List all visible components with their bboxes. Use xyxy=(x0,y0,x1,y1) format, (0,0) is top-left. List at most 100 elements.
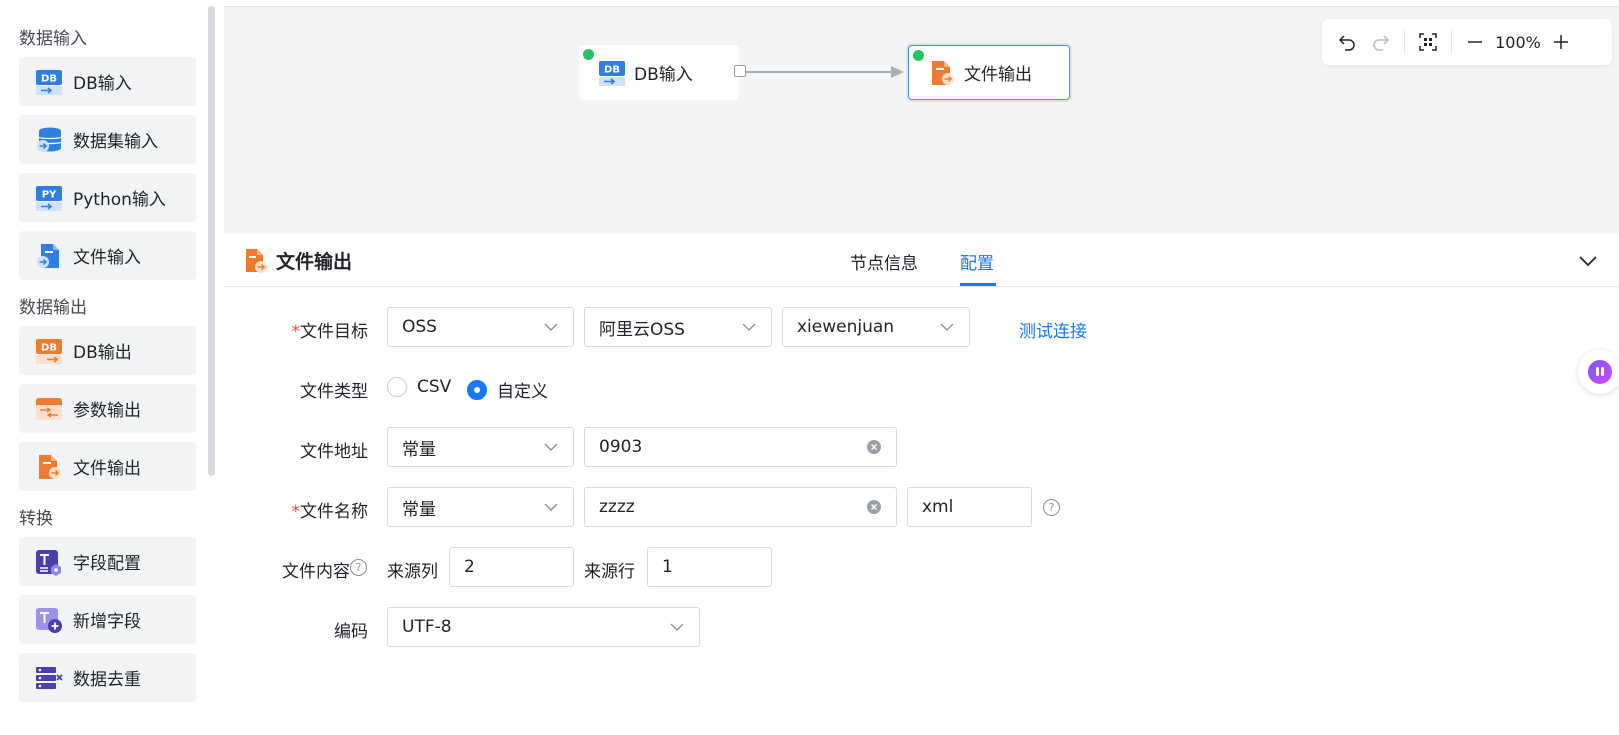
tool-label: 新增字段 xyxy=(73,612,141,632)
storage-provider-select[interactable]: 阿里云OSS xyxy=(584,307,772,347)
flow-canvas[interactable]: DB DB输入 文件输出 100% xyxy=(224,6,1619,234)
fit-view-button[interactable] xyxy=(1411,25,1445,59)
db-output-icon: DB xyxy=(35,337,63,365)
redo-icon xyxy=(1373,35,1390,51)
clear-icon[interactable] xyxy=(866,439,882,455)
section-title-data-output: 数据输出 xyxy=(19,298,87,318)
status-dot xyxy=(583,49,594,60)
tool-label: Python输入 xyxy=(73,190,166,210)
add-field-icon xyxy=(35,606,63,634)
tab-config[interactable]: 配置 xyxy=(960,249,994,274)
tool-label: 参数输出 xyxy=(73,401,141,421)
assistant-button[interactable] xyxy=(1578,350,1619,394)
help-icon[interactable]: ? xyxy=(350,559,367,576)
file-target-label: *文件目标 xyxy=(291,322,369,342)
source-col-label: 来源列 xyxy=(387,562,438,582)
dedupe-icon xyxy=(35,664,63,692)
panel-title: 文件输出 xyxy=(244,247,352,274)
chevron-down-icon xyxy=(940,323,954,331)
dataset-input-icon xyxy=(35,126,63,154)
storage-type-select[interactable]: OSS xyxy=(387,307,574,347)
source-col-input[interactable]: 2 xyxy=(449,547,574,587)
zoom-level: 100% xyxy=(1495,32,1541,52)
panel-title-text: 文件输出 xyxy=(276,251,353,273)
svg-text:DB: DB xyxy=(41,342,57,353)
clear-icon[interactable] xyxy=(866,499,882,515)
zoom-in-button[interactable] xyxy=(1544,25,1578,59)
file-name-mode-select[interactable]: 常量 xyxy=(387,487,574,527)
node-file-output[interactable]: 文件输出 xyxy=(908,45,1070,100)
radio-csv[interactable]: CSV xyxy=(387,377,451,397)
file-type-label: 文件类型 xyxy=(300,382,368,402)
tool-label: 字段配置 xyxy=(73,554,141,574)
chevron-down-icon xyxy=(544,323,558,331)
svg-text:DB: DB xyxy=(41,73,57,84)
param-output-icon xyxy=(35,395,63,423)
assistant-icon xyxy=(1588,360,1612,384)
zoom-out-button[interactable] xyxy=(1458,25,1492,59)
file-path-mode-select[interactable]: 常量 xyxy=(387,427,574,467)
tool-label: DB输出 xyxy=(73,343,132,363)
source-row-input[interactable]: 1 xyxy=(647,547,772,587)
section-title-data-input: 数据输入 xyxy=(19,29,87,49)
sidebar-scrollbar[interactable] xyxy=(208,6,215,476)
source-row-label: 来源行 xyxy=(584,562,635,582)
required-mark: * xyxy=(291,322,301,342)
radio-circle-checked xyxy=(467,379,487,400)
undo-button[interactable] xyxy=(1330,25,1364,59)
tool-field-config[interactable]: 字段配置 xyxy=(19,537,196,586)
active-tab-indicator xyxy=(960,283,996,286)
tool-dedupe[interactable]: 数据去重 xyxy=(19,653,196,702)
file-output-icon xyxy=(35,453,63,481)
tool-add-field[interactable]: 新增字段 xyxy=(19,595,196,644)
file-name-label: *文件名称 xyxy=(291,502,369,522)
output-port[interactable] xyxy=(734,65,746,77)
test-connection-link[interactable]: 测试连接 xyxy=(1019,317,1087,342)
svg-text:DB: DB xyxy=(604,64,620,75)
tool-label: DB输入 xyxy=(73,74,132,94)
tab-node-info[interactable]: 节点信息 xyxy=(850,249,918,274)
file-name-input[interactable]: zzzz xyxy=(584,487,897,527)
chevron-down-icon[interactable] xyxy=(1577,250,1599,272)
storage-account-select[interactable]: xiewenjuan xyxy=(782,307,970,347)
tool-param-output[interactable]: 参数输出 xyxy=(19,384,196,433)
file-input-icon xyxy=(35,242,63,270)
chevron-down-icon xyxy=(544,443,558,451)
db-input-icon: DB xyxy=(35,68,63,96)
required-mark: * xyxy=(291,502,301,522)
status-dot xyxy=(913,50,924,61)
redo-button[interactable] xyxy=(1364,25,1398,59)
file-output-icon xyxy=(928,59,956,87)
radio-custom[interactable]: 自定义 xyxy=(467,377,548,402)
plus-icon xyxy=(1554,35,1568,49)
tool-db-output[interactable]: DB DB输出 xyxy=(19,326,196,375)
encoding-select[interactable]: UTF-8 xyxy=(387,607,700,647)
toolbar-divider xyxy=(1451,30,1452,54)
tool-file-input[interactable]: 文件输入 xyxy=(19,231,196,280)
file-extension-input[interactable]: xml xyxy=(907,487,1032,527)
chevron-down-icon xyxy=(670,623,684,631)
file-content-label: 文件内容 xyxy=(282,562,350,582)
tool-label: 文件输出 xyxy=(73,459,141,479)
node-label: DB输入 xyxy=(634,65,693,85)
tool-db-input[interactable]: DB DB输入 xyxy=(19,57,196,106)
app-root: 数据输入 DB DB输入 数据集输入 PY Python输入 文件输入 数据输出 xyxy=(0,0,1619,735)
python-input-icon: PY xyxy=(35,184,63,212)
toolbar-divider xyxy=(1404,30,1405,54)
help-icon[interactable]: ? xyxy=(1043,499,1060,516)
tool-python-input[interactable]: PY Python输入 xyxy=(19,173,196,222)
node-label: 文件输出 xyxy=(964,65,1032,85)
node-db-input[interactable]: DB DB输入 xyxy=(579,45,739,100)
chevron-down-icon xyxy=(544,503,558,511)
tool-file-output[interactable]: 文件输出 xyxy=(19,442,196,491)
radio-circle xyxy=(387,377,407,397)
tool-label: 数据集输入 xyxy=(73,132,158,152)
connection-edge[interactable] xyxy=(746,63,906,81)
file-output-icon xyxy=(246,248,267,273)
section-title-transform: 转换 xyxy=(19,509,53,529)
field-config-icon xyxy=(35,548,63,576)
tool-label: 文件输入 xyxy=(73,248,141,268)
tool-dataset-input[interactable]: 数据集输入 xyxy=(19,115,196,164)
chevron-down-icon xyxy=(742,323,756,331)
file-path-input[interactable]: 0903 xyxy=(584,427,897,467)
